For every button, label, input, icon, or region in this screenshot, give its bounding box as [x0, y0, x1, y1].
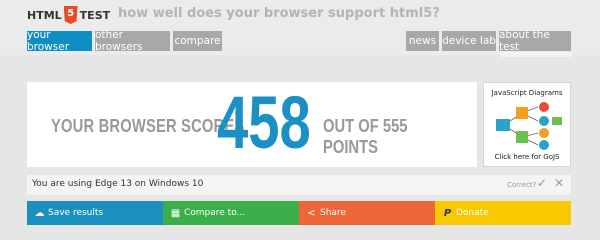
- gojs-ad[interactable]: JavaScript Diagrams Click here for GoJS: [483, 82, 571, 167]
- nav-other-browsers[interactable]: other browsers: [95, 29, 170, 53]
- score-panel: YOUR BROWSER SCORES 458 OUT OF 555 POINT…: [27, 82, 477, 167]
- compare-button[interactable]: ▦ Compare to...: [163, 201, 299, 225]
- action-bar: ☁ Save results ▦ Compare to... < Share P…: [27, 201, 571, 225]
- score-value: 458: [217, 81, 311, 164]
- tagline: how well does your browser support html5…: [118, 6, 440, 21]
- correct-label: Correct?: [507, 181, 537, 189]
- share-icon: <: [307, 207, 316, 219]
- header: HTML 5 TEST how well does your browser s…: [0, 0, 600, 57]
- grid-icon: ▦: [170, 207, 181, 219]
- nav-shadow: [500, 52, 572, 57]
- check-icon[interactable]: ✓: [537, 176, 547, 190]
- share-button[interactable]: < Share: [299, 201, 435, 225]
- donate-label: Donate: [456, 208, 489, 218]
- logo-text-html: HTML: [27, 8, 62, 22]
- donate-button[interactable]: P Donate: [435, 201, 571, 225]
- html5test-logo[interactable]: HTML 5 TEST: [27, 4, 110, 26]
- compare-label: Compare to...: [184, 208, 246, 218]
- browser-info-bar: You are using Edge 13 on Windows 10 Corr…: [27, 175, 571, 195]
- close-icon[interactable]: ✕: [554, 176, 564, 190]
- nav-device-lab[interactable]: device lab: [442, 31, 496, 51]
- score-prefix: YOUR BROWSER SCORES: [51, 116, 245, 136]
- nav-about-the-test[interactable]: about the test: [499, 29, 571, 53]
- save-results-button[interactable]: ☁ Save results: [27, 201, 163, 225]
- share-label: Share: [320, 208, 346, 218]
- ad-title: JavaScript Diagrams: [491, 89, 563, 97]
- cloud-upload-icon: ☁: [34, 207, 45, 219]
- score-suffix: OUT OF 555 POINTS: [323, 116, 408, 157]
- nav-your-browser[interactable]: your browser: [27, 29, 92, 53]
- logo-text-test: TEST: [79, 8, 111, 22]
- ad-cta: Click here for GoJS: [494, 153, 560, 161]
- nav-news[interactable]: news: [406, 31, 439, 51]
- nav-compare[interactable]: compare: [173, 31, 222, 51]
- html5-shield-icon: 5: [63, 6, 78, 24]
- paypal-icon: P: [443, 207, 452, 219]
- diagram-illustration-icon: [496, 102, 562, 150]
- browser-info-text: You are using Edge 13 on Windows 10: [32, 179, 204, 189]
- save-results-label: Save results: [48, 208, 104, 218]
